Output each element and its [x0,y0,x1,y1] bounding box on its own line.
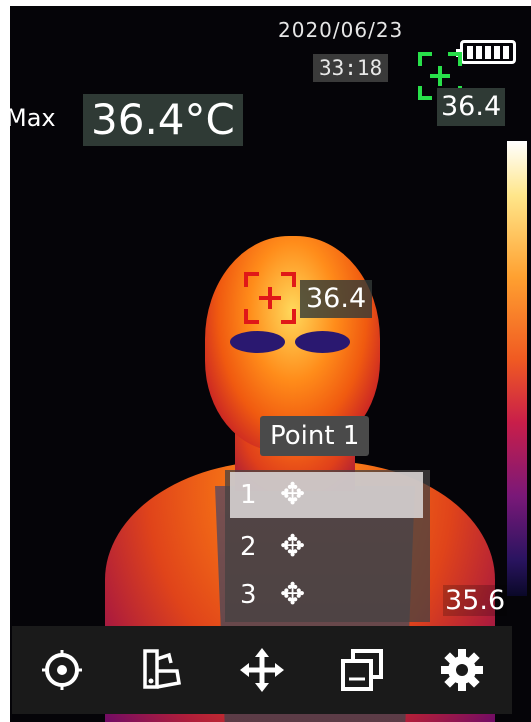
point-menu-item-label: 3 [240,580,257,610]
palette-icon [143,649,182,689]
image-mode-icon [341,649,383,691]
bottom-toolbar [12,626,512,714]
target-button[interactable] [32,640,92,700]
move-button[interactable] [232,640,292,700]
thermal-eye-left [230,331,285,353]
move-icon: ✥ [280,477,306,512]
point-menu: 1 ✥ 2 ✥ 3 ✥ [225,470,430,622]
image-mode-button[interactable] [332,640,392,700]
point-menu-item-label: 2 [240,532,257,562]
point-menu-item-3[interactable]: 3 ✥ [230,572,423,618]
point-menu-title: Point 1 [260,416,370,456]
point-menu-item-label: 1 [240,480,257,510]
max-label: Max [6,104,56,132]
move-icon: ✥ [280,577,306,612]
move-icon [240,648,284,692]
target-icon [42,650,82,690]
scale-high-value: 36.4 [437,88,506,126]
color-scale-bar [507,141,527,596]
spot-cursor-icon[interactable] [244,272,296,324]
settings-button[interactable] [432,640,492,700]
max-temperature: 36.4°C [83,94,243,146]
date-display: 2020/06/23 [278,18,404,42]
scale-low-value: 35.6 [443,585,508,616]
move-icon: ✥ [280,529,306,564]
thermal-eye-right [295,331,350,353]
settings-icon [441,649,483,691]
point-menu-item-1[interactable]: 1 ✥ [230,472,423,518]
cursor-temperature: 36.4 [300,280,373,318]
palette-button[interactable] [132,640,192,700]
time-display: 33:18 [313,54,389,82]
point-menu-item-2[interactable]: 2 ✥ [230,524,423,570]
battery-icon [456,40,516,64]
